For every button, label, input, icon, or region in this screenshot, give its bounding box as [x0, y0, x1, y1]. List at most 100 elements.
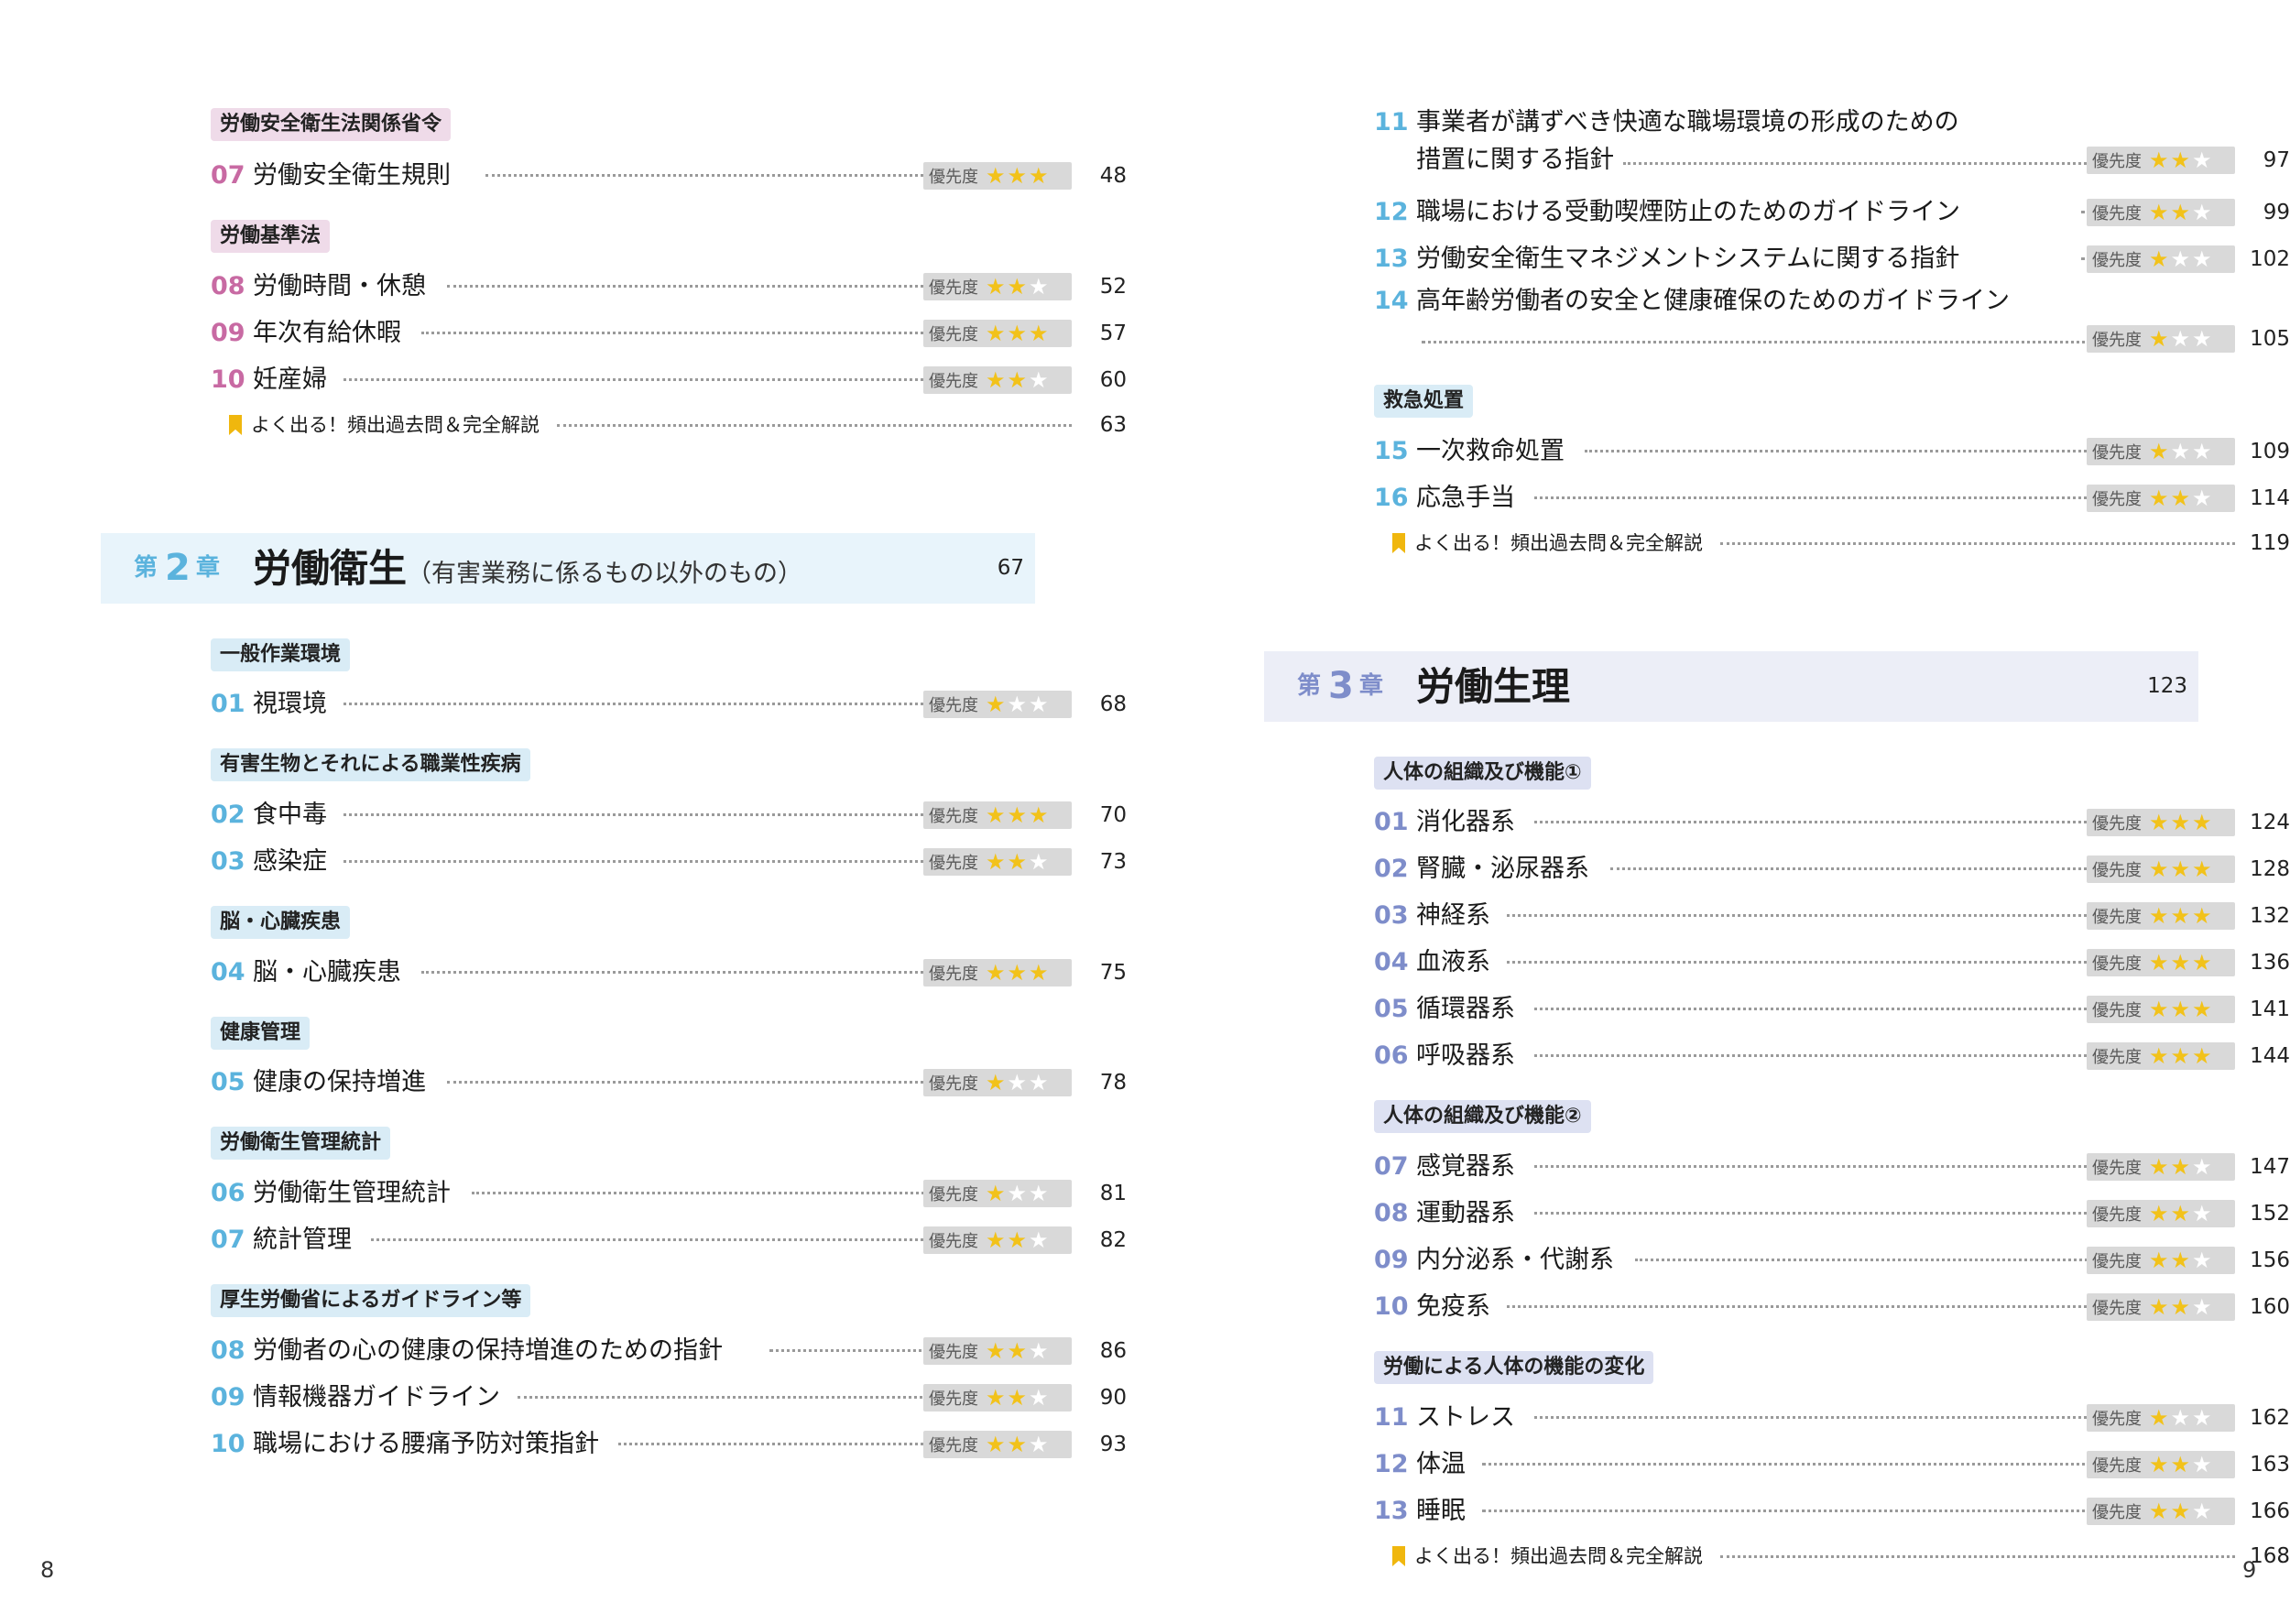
- star-empty-icon: ★: [2170, 438, 2191, 464]
- toc-entry[interactable]: 09 年次有給休暇 優先度 ★ ★ ★ 57: [211, 310, 1127, 356]
- priority-badge: 優先度 ★ ★ ★: [2087, 147, 2235, 174]
- right-page: 11 事業者が講ずべき快適な職場環境の形成のための 措置に関する指針 優先度 ★ ★…: [1264, 0, 2290, 1624]
- page-number: 160: [2250, 1294, 2290, 1319]
- star-empty-icon: ★: [2170, 326, 2191, 352]
- entry-title: 睡眠: [1416, 1497, 1466, 1525]
- chapter-2-heading[interactable]: 第 2 章 労働衛生（有害業務に係るもの以外のもの） 67: [101, 533, 1035, 604]
- toc-entry[interactable]: 15 一次救命処置 優先度 ★ ★ ★ 109: [1374, 428, 2290, 474]
- leader-dots: [1534, 496, 2125, 499]
- priority-badge: 優先度 ★ ★ ★: [923, 272, 1072, 300]
- page-number: 166: [2250, 1499, 2290, 1523]
- review-title: よく出る！頻出過去問＆完全解説: [1414, 1545, 1703, 1567]
- star-empty-icon: ★: [1029, 848, 1049, 875]
- star-filled-icon: ★: [1007, 848, 1028, 875]
- leader-dots: [1507, 1304, 2125, 1308]
- toc-entry[interactable]: 11 事業者が講ずべき快適な職場環境の形成のための 措置に関する指針 優先度 ★ ★…: [1374, 104, 2290, 188]
- toc-entry[interactable]: 13 睡眠 優先度 ★ ★ ★ 166: [1374, 1488, 2290, 1534]
- toc-entry[interactable]: 03 感染症 優先度 ★ ★ ★ 73: [211, 838, 1127, 885]
- leader-dots: [1507, 960, 2125, 964]
- toc-entry[interactable]: 10 職場における腰痛予防対策指針 優先度 ★ ★ ★ 93: [211, 1421, 1127, 1467]
- toc-entry[interactable]: 12 体温 優先度 ★ ★ ★ 163: [1374, 1441, 2290, 1488]
- page-number: 105: [2250, 327, 2290, 351]
- star-empty-icon: ★: [2192, 438, 2212, 464]
- star-filled-icon: ★: [2170, 1200, 2191, 1226]
- star-filled-icon: ★: [1007, 162, 1028, 189]
- chapter-prefix: 第: [134, 554, 158, 582]
- toc-entry[interactable]: 08 運動器系 優先度 ★ ★ ★ 152: [1374, 1190, 2290, 1237]
- review-title: よく出る！頻出過去問＆完全解説: [251, 414, 540, 436]
- star-empty-icon: ★: [1007, 691, 1028, 717]
- toc-entry[interactable]: 16 応急手当 優先度 ★ ★ ★ 114: [1374, 474, 2290, 521]
- priority-badge: 優先度 ★ ★ ★: [2087, 1246, 2235, 1274]
- star-filled-icon: ★: [1029, 320, 1049, 346]
- page-number: 48: [1099, 163, 1127, 188]
- toc-entry[interactable]: 11 ストレス 優先度 ★ ★ ★ 162: [1374, 1394, 2290, 1441]
- toc-entry[interactable]: 12 職場における受動喫煙防止のためのガイドライン 優先度 ★ ★ ★ 99: [1374, 189, 2290, 235]
- star-filled-icon: ★: [2170, 809, 2191, 835]
- page-number: 114: [2250, 485, 2290, 510]
- priority-badge: 優先度 ★ ★ ★: [2087, 1450, 2235, 1478]
- leader-dots: [485, 173, 962, 177]
- review-entry[interactable]: よく出る！頻出過去問＆完全解説 119: [1392, 527, 2290, 560]
- star-empty-icon: ★: [1007, 1069, 1028, 1095]
- toc-entry[interactable]: 08 労働者の心の健康の保持増進のための指針 優先度 ★ ★ ★ 86: [211, 1327, 1127, 1374]
- toc-entry[interactable]: 07 労働安全衛生規則 優先度 ★ ★ ★ 48: [211, 152, 1127, 199]
- star-empty-icon: ★: [2192, 147, 2212, 173]
- page-number: 70: [1099, 802, 1127, 827]
- toc-entry[interactable]: 14 高年齢労働者の安全と健康確保のためのガイドライン 優先度 ★ ★ ★ 105: [1374, 282, 2290, 366]
- entry-title: 呼吸器系: [1416, 1041, 1515, 1070]
- entry-title: 職場における受動喫煙防止のためのガイドライン: [1416, 198, 1960, 226]
- entry-title: 情報機器ガイドライン: [253, 1383, 500, 1411]
- entry-number: 09: [211, 1383, 245, 1411]
- entry-number: 15: [1374, 437, 1409, 465]
- leader-dots: [447, 1080, 962, 1084]
- toc-entry[interactable]: 04 血液系 優先度 ★ ★ ★ 136: [1374, 939, 2290, 986]
- toc-entry[interactable]: 08 労働時間・休憩 優先度 ★ ★ ★ 52: [211, 263, 1127, 310]
- toc-entry[interactable]: 05 循環器系 優先度 ★ ★ ★ 141: [1374, 986, 2290, 1032]
- page-number: 152: [2250, 1201, 2290, 1226]
- page-number: 78: [1099, 1070, 1127, 1095]
- toc-entry[interactable]: 06 呼吸器系 優先度 ★ ★ ★ 144: [1374, 1032, 2290, 1079]
- toc-entry[interactable]: 09 内分泌系・代謝系 優先度 ★ ★ ★ 156: [1374, 1237, 2290, 1283]
- toc-entry[interactable]: 02 食中毒 優先度 ★ ★ ★ 70: [211, 791, 1127, 838]
- entry-title: 妊産婦: [253, 365, 327, 394]
- section-label: 厚生労働省によるガイドライン等: [211, 1284, 531, 1317]
- toc-entry[interactable]: 05 健康の保持増進 優先度 ★ ★ ★ 78: [211, 1059, 1127, 1106]
- review-entry[interactable]: よく出る！頻出過去問＆完全解説 168: [1392, 1540, 2290, 1573]
- toc-entry[interactable]: 07 統計管理 優先度 ★ ★ ★ 82: [211, 1216, 1127, 1263]
- toc-entry[interactable]: 04 脳・心臓疾患 優先度 ★ ★ ★ 75: [211, 949, 1127, 996]
- toc-entry[interactable]: 09 情報機器ガイドライン 優先度 ★ ★ ★ 90: [211, 1374, 1127, 1421]
- toc-entry[interactable]: 07 感覚器系 優先度 ★ ★ ★ 147: [1374, 1143, 2290, 1190]
- entry-number: 06: [1374, 1041, 1409, 1070]
- toc-entry[interactable]: 13 労働安全衛生マネジメントシステムに関する指針 優先度 ★ ★ ★ 102: [1374, 235, 2290, 282]
- priority-label: 優先度: [929, 324, 978, 344]
- entry-number: 02: [211, 801, 245, 829]
- page-number: 63: [1099, 413, 1127, 437]
- star-filled-icon: ★: [2149, 902, 2169, 929]
- star-filled-icon: ★: [986, 1431, 1006, 1457]
- entry-title: 応急手当: [1416, 484, 1515, 512]
- entry-number: 12: [1374, 1450, 1409, 1478]
- toc-entry[interactable]: 02 腎臓・泌尿器系 優先度 ★ ★ ★ 128: [1374, 845, 2290, 892]
- priority-label: 優先度: [2092, 1251, 2142, 1271]
- priority-badge: 優先度 ★ ★ ★: [923, 1336, 1072, 1365]
- page-number: 163: [2250, 1452, 2290, 1477]
- star-filled-icon: ★: [986, 366, 1006, 393]
- review-entry[interactable]: よく出る！頻出過去問＆完全解説 63: [229, 409, 1127, 441]
- priority-label: 優先度: [2092, 860, 2142, 880]
- chapter-3-heading[interactable]: 第 3 章 労働生理 123: [1264, 651, 2198, 722]
- entry-title-line1: 事業者が講ずべき快適な職場環境の形成のための: [1416, 108, 1959, 136]
- toc-entry[interactable]: 03 神経系 優先度 ★ ★ ★ 132: [1374, 892, 2290, 939]
- page-number: 147: [2250, 1154, 2290, 1179]
- page-number: 57: [1099, 321, 1127, 345]
- toc-entry[interactable]: 01 視環境 優先度 ★ ★ ★ 68: [211, 681, 1127, 727]
- section-label: 救急処置: [1374, 385, 1474, 418]
- toc-entry[interactable]: 01 消化器系 優先度 ★ ★ ★ 124: [1374, 799, 2290, 845]
- star-filled-icon: ★: [2149, 147, 2169, 173]
- entry-title: 血液系: [1416, 948, 1490, 976]
- toc-entry[interactable]: 06 労働衛生管理統計 優先度 ★ ★ ★ 81: [211, 1170, 1127, 1216]
- toc-entry[interactable]: 10 免疫系 優先度 ★ ★ ★ 160: [1374, 1283, 2290, 1330]
- star-filled-icon: ★: [2149, 326, 2169, 352]
- chapter-suffix: 章: [196, 554, 221, 582]
- toc-entry[interactable]: 10 妊産婦 優先度 ★ ★ ★ 60: [211, 356, 1127, 403]
